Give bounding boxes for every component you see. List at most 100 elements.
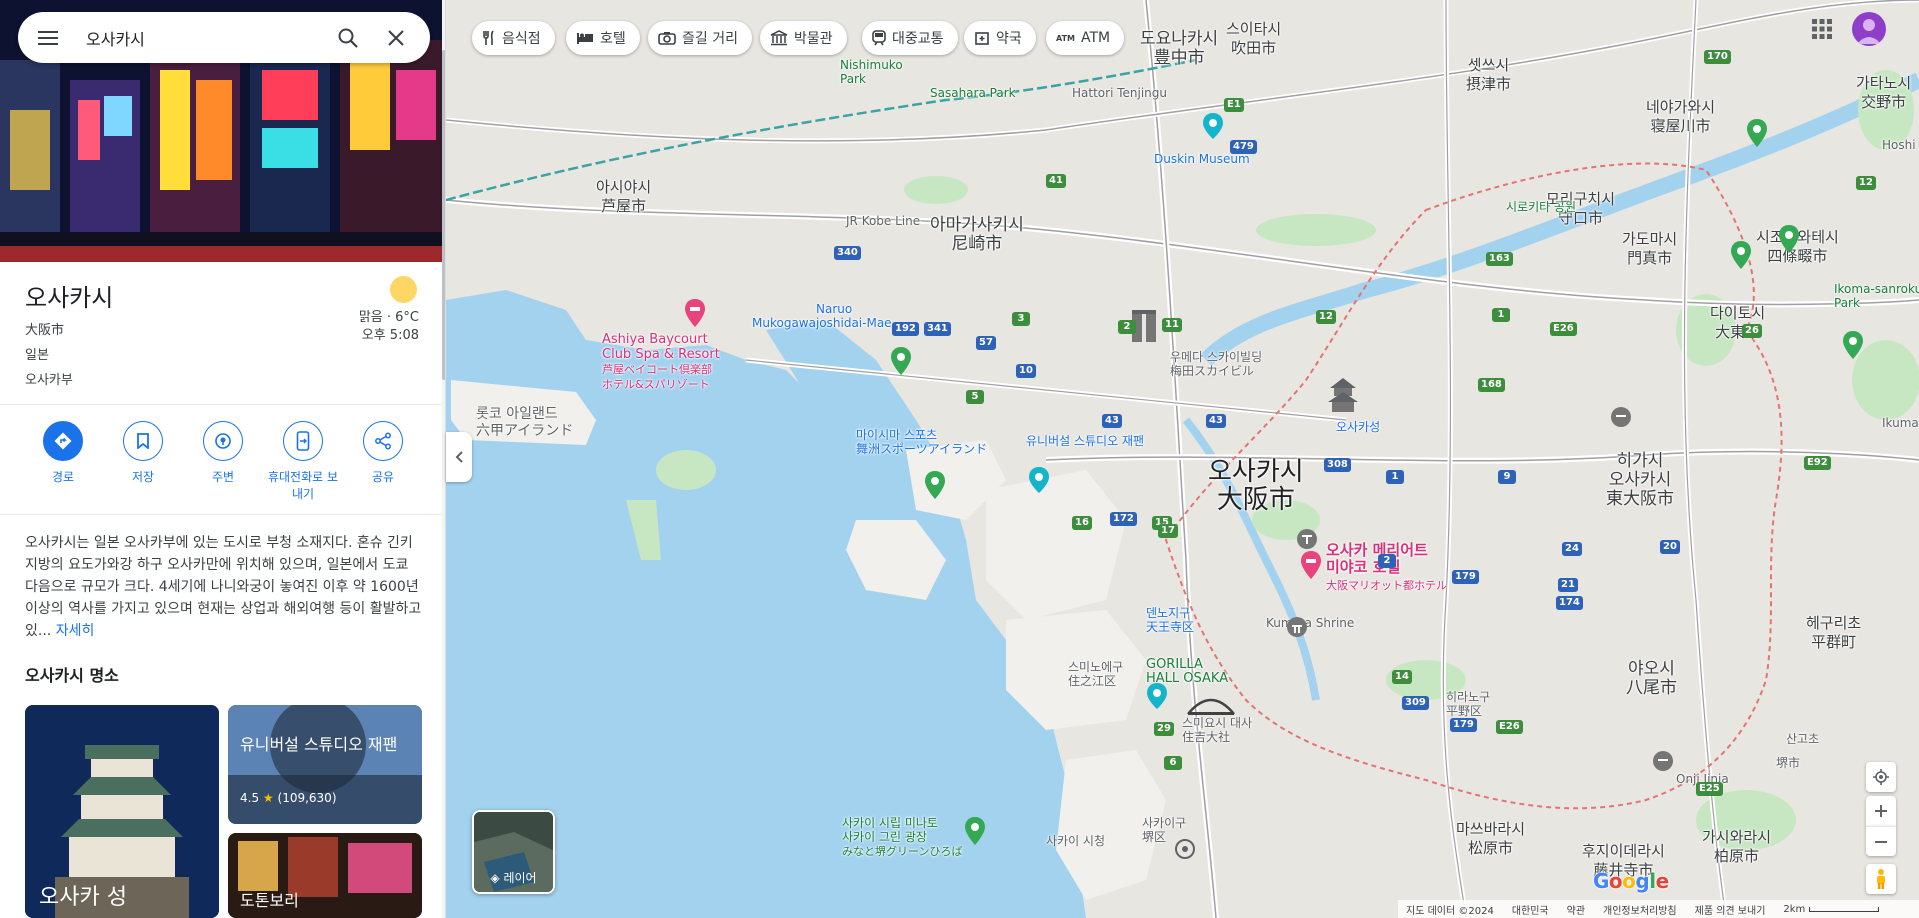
search-box[interactable]	[18, 12, 430, 63]
route-shield: 29	[1154, 722, 1174, 736]
google-apps-icon[interactable]	[1811, 18, 1835, 42]
chip-pharmacy[interactable]: 약국	[964, 21, 1036, 55]
map-label-suminoe[interactable]: 스미노에구 住之江区	[1068, 660, 1123, 688]
my-location-button[interactable]	[1866, 762, 1896, 792]
chip-hotel[interactable]: 호텔	[566, 21, 640, 55]
shrine-pin-icon[interactable]	[1610, 406, 1632, 428]
shrine-pin-icon[interactable]	[1286, 616, 1308, 646]
shrine-pin-icon[interactable]	[1652, 750, 1674, 772]
poi-sasahara-park[interactable]: Sasahara Park	[930, 86, 1016, 100]
map-label-yao[interactable]: 야오시 八尾市	[1626, 660, 1677, 698]
country-link[interactable]: 대한민국	[1512, 902, 1549, 917]
attraction-pin-icon[interactable]	[1028, 466, 1050, 494]
map-canvas[interactable]: 음식점 호텔 즐길 거리 박물관 대중교통 약국 ATM ATM 도요나카시 豊中市…	[446, 0, 1919, 918]
send-to-phone-button[interactable]: 휴대전화로 보내기	[263, 421, 343, 503]
chip-museum[interactable]: 박물관	[760, 21, 847, 55]
magnifier-icon[interactable]	[334, 24, 362, 52]
poi-ikumass[interactable]: Ikumass	[1882, 416, 1919, 430]
nearby-button[interactable]: 주변	[183, 421, 263, 486]
chip-transit[interactable]: 대중교통	[862, 21, 958, 55]
map-label-settsu[interactable]: 셋쓰시 摂津市	[1466, 56, 1511, 94]
map-label-matsubara[interactable]: 마쓰바라시 松原市	[1456, 820, 1525, 858]
hamburger-menu-icon[interactable]	[34, 24, 62, 52]
map-label-sakai-city[interactable]: 堺市	[1776, 756, 1800, 770]
map-label-kashiwara[interactable]: 가시와라시 柏原市	[1702, 828, 1771, 866]
poi-shirokita-park[interactable]: 시로키타 공원	[1506, 200, 1576, 214]
label-ko: 오사카시	[1208, 457, 1304, 487]
map-label-toyonaka[interactable]: 도요나카시 豊中市	[1140, 30, 1218, 68]
map-label-katano[interactable]: 가타노시 交野市	[1856, 74, 1911, 112]
park-pin-icon[interactable]	[1730, 240, 1752, 270]
map-label-sango[interactable]: 산고초	[1786, 732, 1819, 746]
attraction-pin-icon[interactable]	[1202, 112, 1224, 140]
hotel-pin-icon[interactable]	[1300, 550, 1322, 580]
poi-sakai-city-hall[interactable]: 사카이 시청	[1046, 834, 1105, 848]
poi-ikoma-park[interactable]: Ikoma-sanroku Park	[1834, 282, 1919, 310]
park-pin-icon[interactable]	[1746, 118, 1768, 148]
scale-bar[interactable]: 2km	[1783, 904, 1880, 915]
bridge-icon[interactable]	[1186, 690, 1236, 718]
poi-kumata-shrine[interactable]: Kumata Shrine	[1266, 616, 1354, 630]
poi-marriott[interactable]: 오사카 메리어트 미야코 호텔 大阪マリオット都ホテル	[1326, 542, 1447, 594]
poi-sumiyoshi-taisha[interactable]: 스미요시 대사 住吉大社	[1182, 716, 1252, 744]
map-label-suita[interactable]: 스이타시 吹田市	[1226, 20, 1281, 58]
label-ko: 가도마시	[1622, 230, 1678, 248]
share-button[interactable]: 공유	[343, 421, 423, 486]
chevron-left-icon	[455, 451, 463, 463]
park-pin-icon[interactable]	[1842, 330, 1864, 360]
chip-atm[interactable]: ATM ATM	[1046, 21, 1125, 55]
sight-card-dotonbori[interactable]: 도톤보리	[228, 833, 422, 918]
poi-maishima[interactable]: 마이시마 스포츠 舞洲スポーツアイランド	[856, 428, 987, 456]
collapse-panel-button[interactable]	[446, 432, 472, 482]
map-label-neyagawa[interactable]: 네야가와시 寝屋川市	[1646, 98, 1715, 136]
map-label-osaka[interactable]: 오사카시 大阪市	[1208, 458, 1304, 514]
terms-link[interactable]: 약관	[1567, 902, 1585, 917]
poi-nishimuko-park[interactable]: Nishimuko Park	[840, 58, 903, 86]
poi-mukogawa[interactable]: Mukogawajoshidai-Mae	[752, 316, 892, 330]
chip-restaurant[interactable]: 음식점	[472, 21, 555, 55]
map-label-higashiosaka[interactable]: 히가시 오사카시 東大阪市	[1606, 452, 1674, 509]
poi-ashiya-baycourt[interactable]: Ashiya Baycourt Club Spa & Resort 芦屋ベイコート倶…	[602, 332, 720, 392]
search-input[interactable]	[86, 28, 316, 47]
map-label-heguri[interactable]: 헤구리초 平群町	[1806, 614, 1861, 652]
temple-pin-icon[interactable]	[1296, 528, 1318, 550]
zoom-out-button[interactable]	[1866, 826, 1896, 856]
map-label-kadoma[interactable]: 가도마시 門真市	[1622, 230, 1677, 268]
pegman-button[interactable]	[1866, 864, 1896, 894]
zoom-in-button[interactable]	[1866, 796, 1896, 826]
sight-card-usj[interactable]: 유니버설 스튜디오 재팬 4.5 ★ (109,630)	[228, 705, 422, 824]
poi-jr-kobe-line[interactable]: JR Kobe Line	[846, 214, 920, 228]
poi-naruo[interactable]: Naruo	[816, 302, 852, 316]
close-x-icon[interactable]	[382, 24, 410, 52]
layers-button[interactable]: ◈ 레이어	[472, 810, 555, 894]
map-label-hirano[interactable]: 히라노구 平野区	[1446, 690, 1490, 718]
account-avatar[interactable]	[1852, 12, 1886, 46]
chip-things-to-do[interactable]: 즐길 거리	[648, 21, 752, 55]
more-link[interactable]: 자세히	[56, 623, 95, 639]
park-pin-icon[interactable]	[1778, 224, 1800, 254]
poi-hoshi[interactable]: Hoshi	[1882, 138, 1916, 152]
castle-icon[interactable]	[1326, 376, 1360, 416]
poi-sakai-park[interactable]: 사카이 시립 미나토 사카이 그린 광장 みなと堺グリーンひろば	[842, 816, 962, 859]
map-label-rokko[interactable]: 롯코 아일랜드 六甲アイランド	[476, 406, 573, 440]
poi-duskin-museum[interactable]: Duskin Museum	[1154, 152, 1250, 166]
label-jp: 豊中市	[1153, 48, 1205, 68]
landmark-pin-icon[interactable]	[1174, 838, 1196, 860]
poi-osaka-castle[interactable]: 오사카성	[1336, 420, 1380, 434]
poi-hattori-tenjingu[interactable]: Hattori Tenjingu	[1072, 86, 1167, 100]
poi-umeda-sky[interactable]: 우메다 스카이빌딩 梅田スカイビル	[1170, 350, 1262, 378]
save-button[interactable]: 저장	[103, 421, 183, 486]
feedback-link[interactable]: 제품 의견 보내기	[1695, 902, 1766, 917]
park-pin-icon[interactable]	[924, 470, 946, 500]
hotel-pin-icon[interactable]	[684, 298, 706, 328]
poi-usj[interactable]: 유니버설 스튜디오 재팬	[1026, 434, 1144, 448]
sight-card-osaka-castle[interactable]: 오사카 성	[25, 705, 219, 918]
attraction-pin-icon[interactable]	[1146, 682, 1168, 710]
map-label-tennoji[interactable]: 덴노지구 天王寺区	[1146, 606, 1194, 634]
park-pin-icon[interactable]	[964, 816, 986, 846]
map-label-ashiya[interactable]: 아시야시 芦屋市	[596, 178, 651, 216]
map-label-amagasaki[interactable]: 아마가사키시 尼崎市	[930, 216, 1024, 254]
privacy-link[interactable]: 개인정보처리방침	[1603, 902, 1677, 917]
park-pin-icon[interactable]	[890, 346, 912, 376]
directions-button[interactable]: 경로	[23, 421, 103, 486]
